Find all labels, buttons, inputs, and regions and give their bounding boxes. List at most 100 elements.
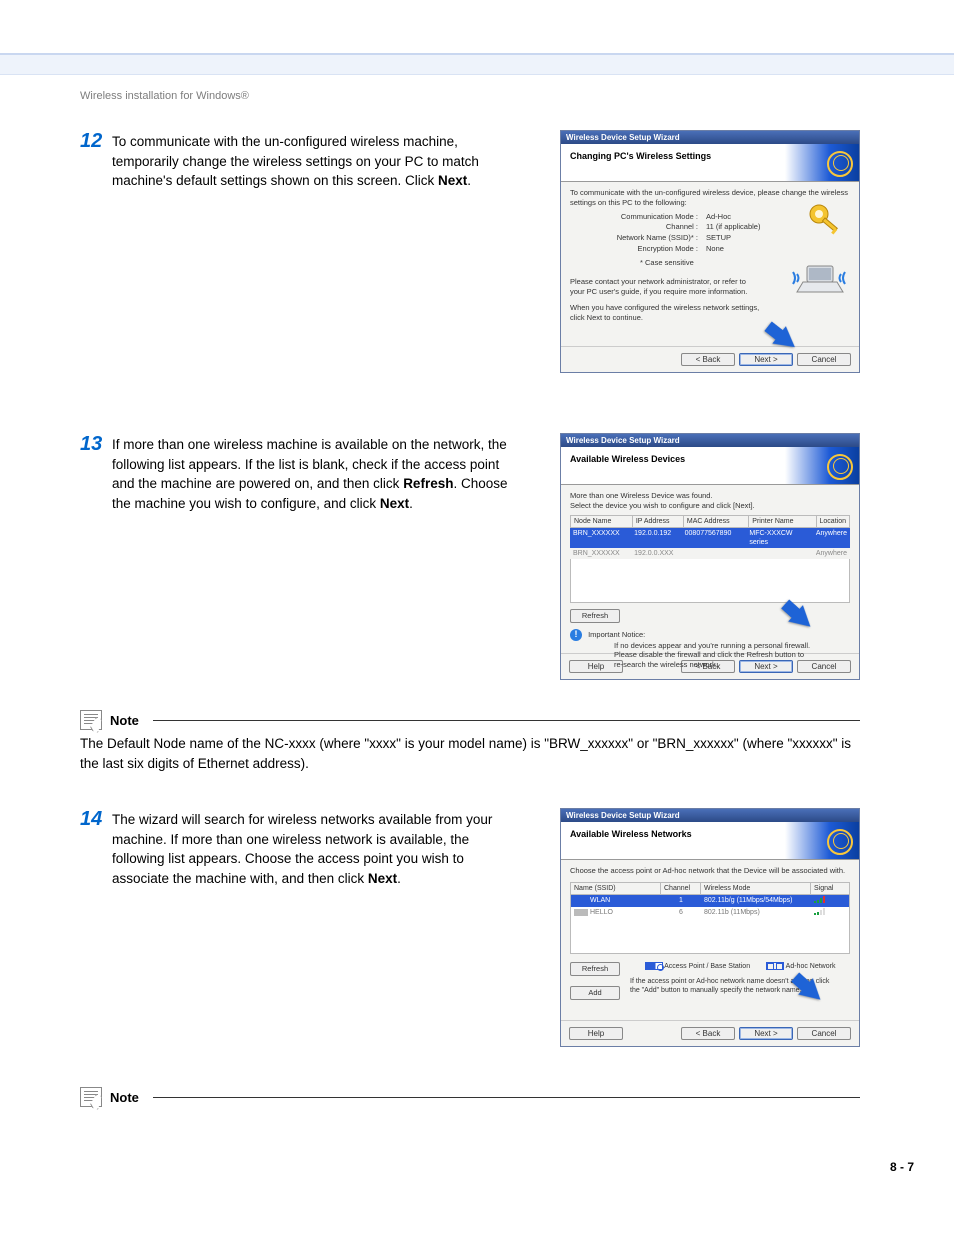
col-channel: Channel xyxy=(661,883,701,894)
note-rule xyxy=(153,720,860,721)
note-rule xyxy=(153,1097,860,1098)
important-label: Important Notice: xyxy=(588,630,645,639)
wireless-logo-icon xyxy=(785,822,859,859)
step-number: 12 xyxy=(80,130,112,152)
note-text: The Default Node name of the NC-xxxx (wh… xyxy=(80,734,860,773)
back-button[interactable]: < Back xyxy=(681,1027,735,1040)
breadcrumb: Wireless installation for Windows® xyxy=(80,90,249,102)
bold-next: Next xyxy=(368,871,397,886)
window-title: Wireless Device Setup Wizard xyxy=(561,809,859,822)
next-button[interactable]: Next > xyxy=(739,353,793,366)
help-button[interactable]: Help xyxy=(569,1027,623,1040)
step-number: 14 xyxy=(80,808,112,830)
signal-icon xyxy=(814,908,825,915)
legend-ap-label: Access Point / Base Station xyxy=(664,963,750,970)
wireless-logo-icon xyxy=(785,447,859,484)
page-header-band xyxy=(0,55,954,75)
note-icon xyxy=(80,710,102,730)
note-icon xyxy=(80,1087,102,1107)
device-row-selected[interactable]: BRN_XXXXXX 192.0.0.192 008077567890 MFC-… xyxy=(570,528,850,548)
col-signal: Signal xyxy=(811,883,849,894)
text: To communicate with the un-configured wi… xyxy=(112,134,479,188)
cell: 802.11b (11Mbps) xyxy=(701,908,811,918)
cell: MFC-XXXCW series xyxy=(746,528,813,548)
bold-next: Next xyxy=(438,173,467,188)
label: Channel : xyxy=(598,222,698,232)
text: . xyxy=(467,173,471,188)
next-button[interactable]: Next > xyxy=(739,1027,793,1040)
network-row-selected[interactable]: WLAN 1 802.11b/g (11Mbps/54Mbps) xyxy=(571,895,849,907)
note-title: Note xyxy=(110,1090,139,1105)
note-block: Note The Default Node name of the NC-xxx… xyxy=(80,710,860,773)
contact-text: Please contact your network administrato… xyxy=(570,277,760,297)
back-button[interactable]: < Back xyxy=(681,353,735,366)
cell: BRN_XXXXXX xyxy=(570,548,631,559)
page-top-margin xyxy=(0,0,954,55)
label: Encryption Mode : xyxy=(598,244,698,254)
cell: Anywhere xyxy=(813,528,850,548)
window-title: Wireless Device Setup Wizard xyxy=(561,131,859,144)
device-list-body xyxy=(570,559,850,603)
refresh-button[interactable]: Refresh xyxy=(570,962,620,976)
cancel-button[interactable]: Cancel xyxy=(797,1027,851,1040)
step-text: If more than one wireless machine is ava… xyxy=(112,433,512,513)
cell xyxy=(746,548,813,559)
cell: WLAN xyxy=(590,897,610,904)
step-13: 13 If more than one wireless machine is … xyxy=(80,433,860,680)
value: None xyxy=(706,244,850,254)
access-point-icon xyxy=(574,897,588,904)
step-text: To communicate with the un-configured wi… xyxy=(112,130,512,191)
key-icon xyxy=(805,200,845,240)
wireless-logo-icon xyxy=(785,144,859,181)
window-title: Wireless Device Setup Wizard xyxy=(561,434,859,447)
device-list-header: Node Name IP Address MAC Address Printer… xyxy=(570,515,850,528)
dialog-screenshot-14: Wireless Device Setup Wizard Available W… xyxy=(560,808,860,1047)
text: . xyxy=(409,496,413,511)
cell: 192.0.0.XXX xyxy=(631,548,681,559)
note-block: Note xyxy=(80,1087,860,1107)
cell: BRN_XXXXXX xyxy=(570,528,631,548)
col-ssid: Name (SSID) xyxy=(571,883,661,894)
network-list-header: Name (SSID) Channel Wireless Mode Signal xyxy=(570,882,850,895)
text: . xyxy=(397,871,401,886)
col-mode: Wireless Mode xyxy=(701,883,811,894)
cell: 802.11b/g (11Mbps/54Mbps) xyxy=(701,896,811,906)
device-row[interactable]: BRN_XXXXXX 192.0.0.XXX Anywhere xyxy=(570,548,850,559)
legend-adhoc-label: Ad-hoc Network xyxy=(786,963,836,970)
dialog-screenshot-12: Wireless Device Setup Wizard Changing PC… xyxy=(560,130,860,373)
page-number: 8 - 7 xyxy=(890,1160,914,1174)
label: Communication Mode : xyxy=(598,212,698,222)
cell: 1 xyxy=(661,896,701,906)
col-mac-address: MAC Address xyxy=(684,516,749,527)
label: Network Name (SSID)* : xyxy=(598,233,698,243)
cell: 192.0.0.192 xyxy=(631,528,681,548)
step-number: 13 xyxy=(80,433,112,455)
network-row[interactable]: HELLO 6 802.11b (11Mbps) xyxy=(571,907,849,919)
intro-text: Choose the access point or Ad-hoc networ… xyxy=(570,866,850,876)
cell: 008077567890 xyxy=(682,528,747,548)
refresh-button[interactable]: Refresh xyxy=(570,609,620,623)
cell: Anywhere xyxy=(813,548,850,559)
laptop-wireless-icon xyxy=(789,262,849,298)
step-14: 14 The wizard will search for wireless n… xyxy=(80,808,860,1047)
bold-next: Next xyxy=(380,496,409,511)
step-12: 12 To communicate with the un-configured… xyxy=(80,130,860,373)
col-printer-name: Printer Name xyxy=(749,516,816,527)
note-title: Note xyxy=(110,713,139,728)
cell xyxy=(682,548,747,559)
add-button[interactable]: Add xyxy=(570,986,620,1000)
cancel-button[interactable]: Cancel xyxy=(797,353,851,366)
intro-text: Select the device you wish to configure … xyxy=(570,501,850,511)
bold-refresh: Refresh xyxy=(403,476,453,491)
access-point-legend-icon xyxy=(645,962,663,970)
adhoc-legend-icon xyxy=(766,962,784,970)
continue-text: When you have configured the wireless ne… xyxy=(570,303,770,323)
step-text: The wizard will search for wireless netw… xyxy=(112,808,512,888)
col-location: Location xyxy=(817,516,849,527)
signal-icon xyxy=(814,896,825,903)
col-ip-address: IP Address xyxy=(633,516,684,527)
dialog-screenshot-13: Wireless Device Setup Wizard Available W… xyxy=(560,433,860,680)
intro-text: More than one Wireless Device was found. xyxy=(570,491,850,501)
cell: HELLO xyxy=(590,909,613,916)
text: The wizard will search for wireless netw… xyxy=(112,812,492,886)
